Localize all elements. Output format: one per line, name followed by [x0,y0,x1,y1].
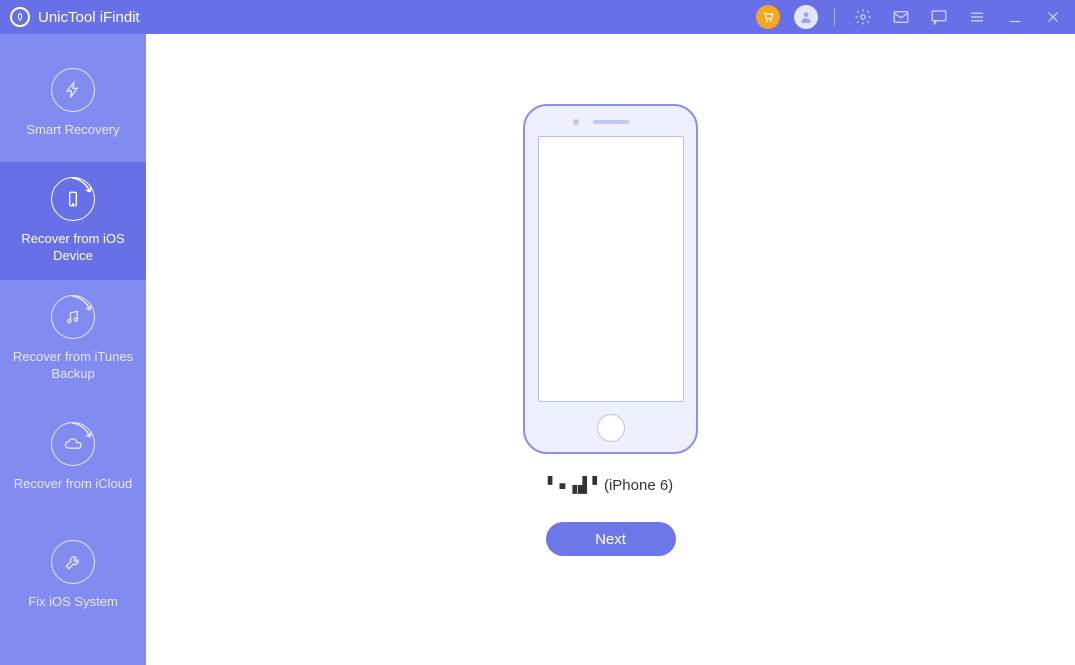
wrench-icon [51,540,95,584]
sidebar-item-smart-recovery[interactable]: Smart Recovery [0,44,146,162]
app-logo-icon [10,7,30,27]
sidebar-item-recover-icloud[interactable]: Recover from iCloud [0,398,146,516]
app-title: UnicTool iFindit [38,9,140,26]
phone-speaker [593,120,629,124]
cloud-refresh-icon [51,422,95,466]
minimize-icon[interactable] [1003,5,1027,29]
close-icon[interactable] [1041,5,1065,29]
device-model: (iPhone 6) [604,477,673,494]
mail-icon[interactable] [889,5,913,29]
titlebar: UnicTool iFindit [0,0,1075,34]
sidebar-item-label: Recover from iOS Device [8,231,138,265]
sidebar-item-recover-ios-device[interactable]: Recover from iOS Device [0,162,146,280]
phone-illustration [523,104,698,454]
user-icon[interactable] [794,5,818,29]
music-refresh-icon [51,295,95,339]
phone-home-button [597,414,625,442]
sidebar-item-label: Recover from iTunes Backup [8,349,138,383]
sidebar-item-recover-itunes[interactable]: Recover from iTunes Backup [0,280,146,398]
phone-screen [538,136,684,402]
sidebar-item-label: Recover from iCloud [14,476,133,493]
device-label: ▘▪▗▟▝ (iPhone 6) [548,476,673,494]
menu-icon[interactable] [965,5,989,29]
phone-refresh-icon [51,177,95,221]
next-button[interactable]: Next [546,522,676,556]
feedback-icon[interactable] [927,5,951,29]
device-name-obscured: ▘▪▗▟▝ [548,476,598,494]
separator [834,8,835,26]
sidebar: Smart Recovery Recover from iOS Device R… [0,34,146,665]
cart-icon[interactable] [756,5,780,29]
main-content: ▘▪▗▟▝ (iPhone 6) Next [146,34,1075,665]
gear-icon[interactable] [851,5,875,29]
sidebar-item-fix-ios[interactable]: Fix iOS System [0,516,146,634]
phone-camera-dot [573,119,579,125]
sidebar-item-label: Smart Recovery [26,122,119,139]
lightning-icon [51,68,95,112]
sidebar-item-label: Fix iOS System [28,594,118,611]
titlebar-controls [756,5,1065,29]
